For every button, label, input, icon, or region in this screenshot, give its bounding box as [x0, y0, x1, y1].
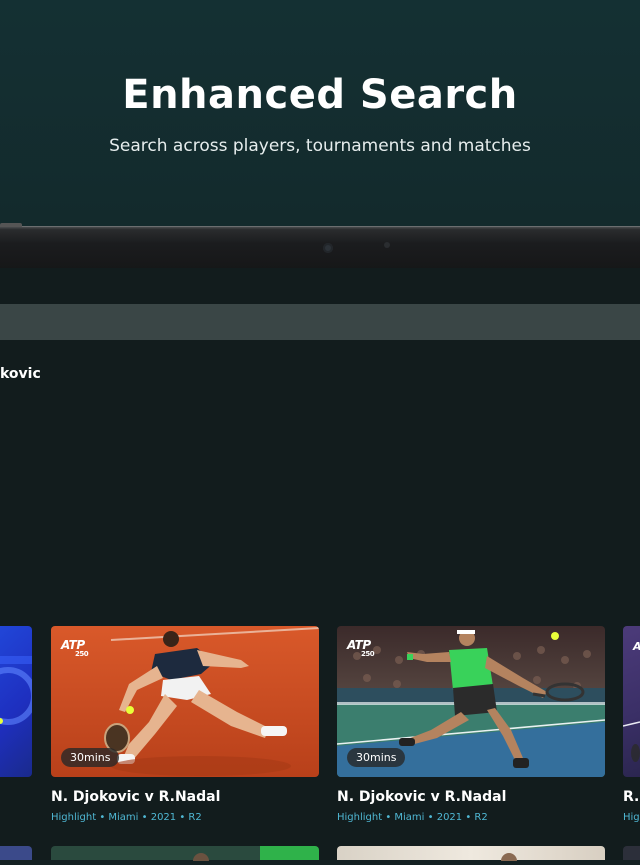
match-meta-partial: Hig	[623, 812, 640, 823]
atp-logo: ATP 250	[347, 638, 375, 658]
search-input[interactable]	[0, 304, 640, 340]
match-title-partial[interactable]: R.I	[623, 789, 640, 805]
match-meta: Highlight • Miami • 2021 • R2	[51, 812, 202, 823]
result-card-row2[interactable]	[51, 846, 319, 865]
sensor-icon	[384, 242, 390, 248]
match-thumbnail[interactable]: ATP 250 30mins	[337, 626, 605, 777]
atp-logo-sub: 250	[75, 650, 89, 658]
result-card[interactable]: ATP 250 30mins N. Djokovic v R.Nadal High…	[337, 626, 605, 823]
duration-badge: 30mins	[347, 748, 406, 767]
search-query-text: kovic	[0, 366, 41, 382]
result-card-partial-left[interactable]	[0, 626, 32, 777]
row2-thumbnail	[193, 853, 209, 865]
match-thumbnail-partial: A	[623, 640, 640, 762]
result-card-row2-partial[interactable]	[0, 846, 32, 860]
result-card-row2[interactable]	[337, 846, 605, 865]
match-thumbnail-partial	[0, 656, 32, 725]
device-edge	[0, 223, 22, 227]
atp-logo: ATP 250	[61, 638, 89, 658]
match-thumbnail[interactable]: ATP 250 30mins	[51, 626, 319, 777]
hero-banner: Enhanced Search Search across players, t…	[0, 0, 640, 228]
svg-text:A: A	[632, 640, 640, 653]
match-meta: Highlight • Miami • 2021 • R2	[337, 812, 488, 823]
camera-icon	[323, 243, 333, 253]
result-card-row2-partial[interactable]	[623, 846, 640, 860]
row2-thumbnail	[501, 853, 517, 865]
device-bezel	[0, 223, 640, 269]
match-title[interactable]: N. Djokovic v R.Nadal	[51, 789, 319, 805]
hero-title: Enhanced Search	[122, 72, 518, 118]
result-card-partial-right[interactable]: A	[623, 626, 640, 777]
result-card[interactable]: ATP 250 30mins N. Djokovic v R.Nadal High…	[51, 626, 319, 823]
app-screen: kovic ATP 250 30mins N. Djokovic v R.Nad…	[0, 268, 640, 865]
hero-subtitle: Search across players, tournaments and m…	[109, 136, 531, 156]
atp-logo-sub: 250	[361, 650, 375, 658]
match-title[interactable]: N. Djokovic v R.Nadal	[337, 789, 605, 805]
duration-badge: 30mins	[61, 748, 120, 767]
